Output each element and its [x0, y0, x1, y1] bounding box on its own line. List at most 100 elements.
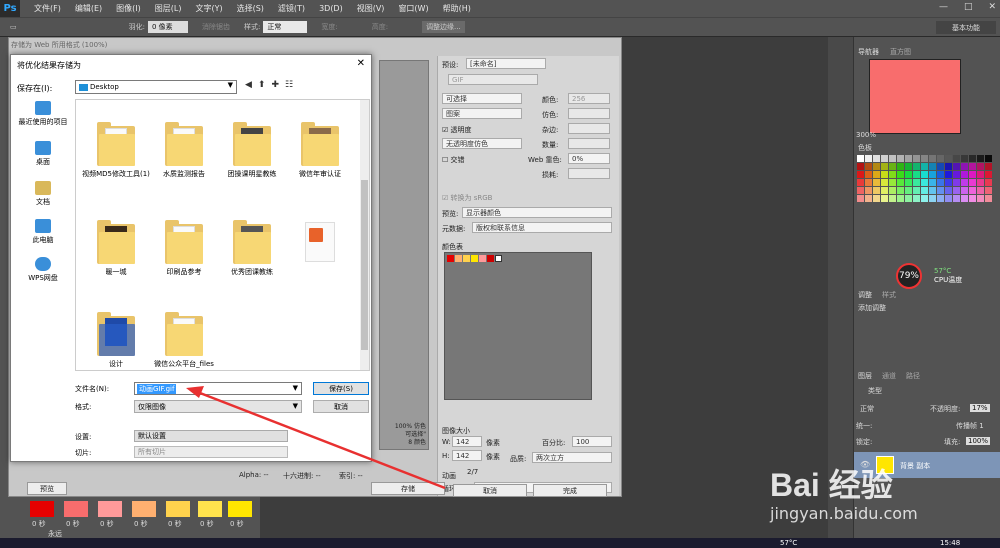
- swatch-cell[interactable]: [913, 179, 920, 186]
- swatch-cell[interactable]: [985, 179, 992, 186]
- frame-delay[interactable]: 0 秒: [134, 519, 148, 529]
- blend-mode-select[interactable]: 正常: [860, 404, 874, 414]
- swatch-cell[interactable]: [857, 155, 864, 162]
- tab-navigator[interactable]: 导航器: [858, 47, 879, 57]
- swatch-cell[interactable]: [921, 171, 928, 178]
- swatch-cell[interactable]: [969, 155, 976, 162]
- swatch-cell[interactable]: [905, 179, 912, 186]
- swatch-cell[interactable]: [969, 195, 976, 202]
- propagate-checkbox[interactable]: 传播帧 1: [956, 421, 984, 431]
- swatch-cell[interactable]: [881, 179, 888, 186]
- swatch-cell[interactable]: [873, 187, 880, 194]
- swatch-cell[interactable]: [881, 171, 888, 178]
- swatch-cell[interactable]: [929, 195, 936, 202]
- swatch-cell[interactable]: [897, 155, 904, 162]
- swatch-cell[interactable]: [945, 171, 952, 178]
- swatch-cell[interactable]: [873, 195, 880, 202]
- swatch-cell[interactable]: [873, 179, 880, 186]
- swatch-cell[interactable]: [945, 179, 952, 186]
- swatch-cell[interactable]: [953, 163, 960, 170]
- swatch-cell[interactable]: [953, 171, 960, 178]
- swatch-cell[interactable]: [873, 171, 880, 178]
- swatch-cell[interactable]: [945, 155, 952, 162]
- timeline-frame[interactable]: [228, 501, 252, 517]
- swatch-cell[interactable]: [857, 179, 864, 186]
- swatch-cell[interactable]: [865, 195, 872, 202]
- swatch-cell[interactable]: [985, 163, 992, 170]
- swatch-cell[interactable]: [889, 179, 896, 186]
- swatch-cell[interactable]: [937, 171, 944, 178]
- swatch-cell[interactable]: [937, 155, 944, 162]
- swatch-cell[interactable]: [977, 155, 984, 162]
- frame-delay[interactable]: 0 秒: [230, 519, 244, 529]
- timeline-frame[interactable]: [166, 501, 190, 517]
- timeline-frame[interactable]: [132, 501, 156, 517]
- swatch-cell[interactable]: [905, 195, 912, 202]
- swatch-cell[interactable]: [905, 163, 912, 170]
- swatch-cell[interactable]: [953, 195, 960, 202]
- tab-layers[interactable]: 图层: [858, 371, 872, 381]
- swatch-cell[interactable]: [889, 195, 896, 202]
- swatch-cell[interactable]: [897, 187, 904, 194]
- frame-delay[interactable]: 0 秒: [32, 519, 46, 529]
- swatch-cell[interactable]: [937, 163, 944, 170]
- swatch-cell[interactable]: [953, 155, 960, 162]
- swatch-cell[interactable]: [921, 163, 928, 170]
- tab-adjustments[interactable]: 调整: [858, 290, 872, 300]
- swatch-cell[interactable]: [929, 179, 936, 186]
- swatch-cell[interactable]: [945, 163, 952, 170]
- swatch-cell[interactable]: [913, 195, 920, 202]
- fill-input[interactable]: 100%: [966, 437, 991, 445]
- swatch-cell[interactable]: [985, 155, 992, 162]
- swatch-cell[interactable]: [929, 163, 936, 170]
- swatch-cell[interactable]: [969, 163, 976, 170]
- swatch-cell[interactable]: [985, 187, 992, 194]
- swatch-cell[interactable]: [889, 171, 896, 178]
- swatch-cell[interactable]: [897, 163, 904, 170]
- timeline-frame[interactable]: [30, 501, 54, 517]
- swatch-cell[interactable]: [913, 163, 920, 170]
- swatches-grid[interactable]: [857, 155, 992, 205]
- swatch-cell[interactable]: [929, 187, 936, 194]
- swatch-cell[interactable]: [969, 187, 976, 194]
- swatch-cell[interactable]: [873, 163, 880, 170]
- swatch-cell[interactable]: [865, 179, 872, 186]
- swatch-cell[interactable]: [889, 187, 896, 194]
- swatch-cell[interactable]: [937, 179, 944, 186]
- swatch-cell[interactable]: [921, 195, 928, 202]
- swatch-cell[interactable]: [905, 187, 912, 194]
- swatch-cell[interactable]: [889, 155, 896, 162]
- swatch-cell[interactable]: [961, 195, 968, 202]
- swatch-cell[interactable]: [985, 195, 992, 202]
- swatch-cell[interactable]: [865, 187, 872, 194]
- swatch-cell[interactable]: [937, 187, 944, 194]
- swatch-cell[interactable]: [913, 155, 920, 162]
- swatch-cell[interactable]: [881, 155, 888, 162]
- swatch-cell[interactable]: [969, 179, 976, 186]
- swatch-cell[interactable]: [961, 155, 968, 162]
- swatch-cell[interactable]: [881, 163, 888, 170]
- swatch-cell[interactable]: [929, 155, 936, 162]
- swatch-cell[interactable]: [889, 163, 896, 170]
- swatch-cell[interactable]: [937, 195, 944, 202]
- frame-delay[interactable]: 0 秒: [100, 519, 114, 529]
- frame-delay[interactable]: 0 秒: [66, 519, 80, 529]
- frame-delay[interactable]: 0 秒: [168, 519, 182, 529]
- swatch-cell[interactable]: [961, 187, 968, 194]
- swatch-cell[interactable]: [961, 171, 968, 178]
- swatch-cell[interactable]: [921, 155, 928, 162]
- swatch-cell[interactable]: [977, 179, 984, 186]
- swatch-cell[interactable]: [897, 171, 904, 178]
- swatch-cell[interactable]: [881, 195, 888, 202]
- swatch-cell[interactable]: [969, 171, 976, 178]
- swatch-cell[interactable]: [897, 179, 904, 186]
- swatch-cell[interactable]: [873, 155, 880, 162]
- swatch-cell[interactable]: [953, 187, 960, 194]
- swatch-cell[interactable]: [865, 163, 872, 170]
- swatch-cell[interactable]: [977, 187, 984, 194]
- tab-paths[interactable]: 路径: [906, 371, 920, 381]
- swatch-cell[interactable]: [865, 171, 872, 178]
- swatch-cell[interactable]: [945, 187, 952, 194]
- swatch-cell[interactable]: [897, 195, 904, 202]
- swatch-cell[interactable]: [953, 179, 960, 186]
